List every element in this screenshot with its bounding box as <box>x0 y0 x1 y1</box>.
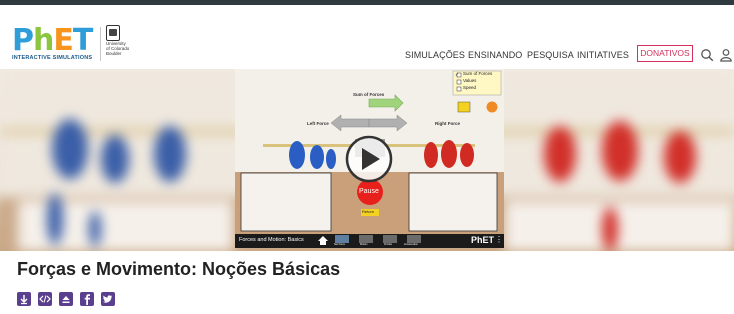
cu-seal-icon <box>106 25 120 41</box>
donate-button[interactable]: DONATIVOS <box>637 45 693 62</box>
left-force-label: Left Force <box>307 121 329 126</box>
phet-logo[interactable]: PhET INTERACTIVE SIMULATIONS <box>12 23 120 65</box>
nav-research[interactable]: PESQUISA <box>527 50 574 60</box>
embed-icon[interactable] <box>38 292 52 306</box>
reset-icon[interactable] <box>486 101 498 113</box>
simulation-preview[interactable]: Sum of Forces Values Speed ✓ Sum of Forc… <box>235 69 504 248</box>
phet-wordmark: PhET <box>12 23 93 58</box>
download-icon[interactable] <box>17 292 31 306</box>
twitter-icon[interactable] <box>101 292 115 306</box>
nav-simulations[interactable]: SIMULAÇÕES <box>405 50 465 60</box>
tab-net-force[interactable]: Net Force <box>334 243 345 246</box>
nav-teaching[interactable]: ENSINANDO <box>468 50 522 60</box>
checkbox-speed-label[interactable]: Speed <box>463 85 476 90</box>
return-button[interactable]: Return <box>362 209 374 214</box>
cu-text: University of Colorado Boulder <box>106 41 130 56</box>
sum-of-forces-label: Sum of Forces <box>353 92 385 97</box>
right-force-label: Right Force <box>435 121 461 126</box>
home-icon[interactable] <box>317 235 329 245</box>
site-header: PhET INTERACTIVE SIMULATIONS University … <box>0 5 734 69</box>
menu-icon[interactable]: ⋮ <box>495 235 503 244</box>
checkbox-values-label[interactable]: Values <box>463 78 476 83</box>
sim-footer-title: Forces and Motion: Basics <box>239 237 304 243</box>
checkbox-sum-label[interactable]: Sum of Forces <box>463 71 492 76</box>
tab-friction[interactable]: Friction <box>384 243 392 246</box>
sim-footer-logo: PhET <box>471 235 495 245</box>
cu-boulder-logo[interactable]: University of Colorado Boulder <box>106 25 166 65</box>
tab-motion[interactable]: Motion <box>360 243 368 246</box>
upload-icon[interactable] <box>59 292 73 306</box>
user-icon[interactable] <box>719 48 733 62</box>
tab-acceleration[interactable]: Acceleration <box>404 243 418 246</box>
search-icon[interactable] <box>700 48 714 62</box>
play-button[interactable] <box>347 137 391 181</box>
logo-subtitle: INTERACTIVE SIMULATIONS <box>12 55 93 61</box>
sound-icon[interactable] <box>457 102 471 112</box>
nav-initiatives[interactable]: INITIATIVES <box>577 50 629 60</box>
checkbox-check-icon: ✓ <box>455 72 460 78</box>
facebook-icon[interactable] <box>80 292 94 306</box>
page-title: Forças e Movimento: Noções Básicas <box>17 259 341 279</box>
pause-button[interactable]: Pause <box>359 188 379 195</box>
logo-divider <box>100 27 101 61</box>
